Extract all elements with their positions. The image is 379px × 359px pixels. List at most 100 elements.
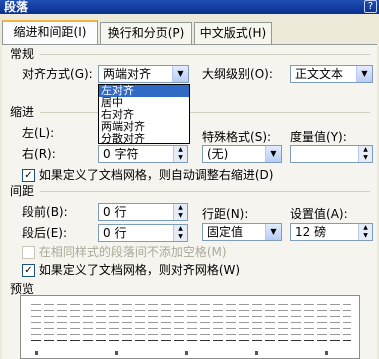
chevron-down-icon[interactable]: ▼	[356, 66, 372, 82]
general-section-title: 常规	[10, 47, 35, 61]
chevron-down-icon[interactable]: ▼	[172, 66, 188, 82]
snap-grid-key: (W)	[218, 263, 241, 277]
no-space-row[interactable]: 在相同样式的段落间不添加空格(M)	[22, 243, 227, 261]
tab-indents-spacing[interactable]: 缩进和间距(I)	[2, 20, 98, 45]
outline-level-select[interactable]: 正文文本 ▼	[290, 65, 373, 83]
outline-level-value: 正文文本	[295, 67, 344, 81]
up-icon[interactable]: ▲	[174, 146, 187, 154]
right-indent-input[interactable]: 0 字符 ▲ ▼	[98, 145, 188, 163]
auto-adjust-row[interactable]: ✓ 如果定义了文档网格，则自动调整右缩进(D)	[22, 166, 273, 184]
outline-level-label-key: (O):	[250, 67, 273, 81]
chevron-down-icon[interactable]: ▼	[265, 146, 281, 162]
space-before-input[interactable]: 0 行 ▲ ▼	[98, 203, 188, 221]
line-spacing-label-text: 行距	[202, 207, 227, 221]
left-indent-label: 左(L):	[22, 124, 54, 142]
space-after-spinner[interactable]: ▲ ▼	[173, 225, 187, 241]
preview-line	[31, 304, 351, 305]
outline-level-label-text: 大纲级别	[202, 67, 251, 81]
tab-asian-typography-label: 中文版式	[199, 26, 248, 40]
at-value-label: 设置值(A):	[290, 205, 348, 223]
down-icon[interactable]: ▼	[359, 232, 372, 240]
preview-mark	[35, 351, 38, 355]
tab-line-page-breaks[interactable]: 换行和分页(P)	[100, 22, 192, 44]
alignment-value: 两端对齐	[103, 67, 152, 81]
indent-section-title: 缩进	[10, 105, 35, 119]
up-icon[interactable]: ▲	[174, 204, 187, 212]
tab-line-page-breaks-label: 换行和分页	[107, 26, 168, 40]
alignment-label-text: 对齐方式	[22, 67, 71, 81]
space-after-input[interactable]: 0 行 ▲ ▼	[98, 224, 188, 242]
right-indent-value: 0 字符	[103, 147, 139, 161]
right-indent-label-text: 右	[22, 147, 35, 161]
special-format-label: 特殊格式(S):	[202, 128, 271, 146]
auto-adjust-checkbox[interactable]: ✓	[22, 169, 35, 182]
preview-section-title: 预览	[10, 282, 35, 296]
alignment-option-distributed[interactable]: 分散对齐	[99, 133, 189, 145]
preview-mark	[115, 351, 118, 355]
up-icon[interactable]: ▲	[174, 225, 187, 233]
special-format-label-text: 特殊格式	[202, 130, 251, 144]
tab-indents-spacing-label: 缩进和间距	[13, 25, 74, 39]
auto-adjust-label: 如果定义了文档网格，则自动调整右缩进	[38, 168, 255, 182]
up-icon[interactable]: ▲	[359, 146, 372, 154]
down-icon[interactable]: ▼	[359, 154, 372, 162]
space-after-label-text: 段后	[22, 226, 47, 240]
by-value-spinner[interactable]: ▲ ▼	[358, 146, 372, 162]
alignment-select[interactable]: 两端对齐 ▼	[98, 65, 189, 83]
no-space-checkbox[interactable]	[22, 246, 35, 259]
down-icon[interactable]: ▼	[174, 233, 187, 241]
left-indent-label-text: 左	[22, 126, 35, 140]
at-value-spinner[interactable]: ▲ ▼	[358, 224, 372, 240]
preview-line	[31, 334, 351, 335]
at-value-label-text: 设置值	[290, 207, 327, 221]
snap-grid-row[interactable]: ✓ 如果定义了文档网格，则对齐网格(W)	[22, 261, 240, 279]
dialog-title-bar: 段落	[0, 0, 379, 14]
special-format-value: (无)	[207, 147, 229, 161]
no-space-key: (M)	[206, 245, 227, 259]
right-indent-label: 右(R):	[22, 145, 56, 163]
outline-level-label: 大纲级别(O):	[202, 65, 273, 83]
alignment-label-key: (G):	[70, 67, 93, 81]
left-indent-label-key: (L):	[34, 126, 55, 140]
tab-asian-typography[interactable]: 中文版式(H)	[194, 22, 272, 44]
special-format-label-key: (S):	[250, 130, 272, 144]
special-format-select[interactable]: (无) ▼	[202, 145, 282, 163]
at-value-value: 12 磅	[295, 225, 327, 239]
spacing-section-title: 间距	[10, 184, 35, 198]
down-icon[interactable]: ▼	[174, 212, 187, 220]
at-value-label-key: (A):	[326, 207, 348, 221]
no-space-label: 在相同样式的段落间不添加空格	[38, 245, 207, 259]
space-after-label: 段后(E):	[22, 224, 67, 242]
chevron-down-icon[interactable]: ▼	[265, 224, 281, 240]
auto-adjust-key: (D)	[254, 168, 274, 182]
preview-line	[31, 316, 351, 317]
space-before-label: 段前(B):	[22, 203, 68, 221]
space-before-spinner[interactable]: ▲ ▼	[173, 204, 187, 220]
preview-line-current	[31, 340, 351, 341]
alignment-label: 对齐方式(G):	[22, 65, 93, 83]
preview-mark	[255, 351, 258, 355]
help-button[interactable]: ?	[364, 0, 377, 13]
spacing-divider	[40, 191, 370, 192]
snap-grid-checkbox[interactable]: ✓	[22, 264, 35, 277]
tab-line-page-breaks-key: (P)	[167, 26, 185, 40]
by-value-label: 度量值(Y):	[290, 128, 347, 146]
alignment-dropdown-list: 左对齐 居中 右对齐 两端对齐 分散对齐	[98, 84, 190, 145]
down-icon[interactable]: ▼	[174, 154, 187, 162]
right-indent-spinner[interactable]: ▲ ▼	[173, 146, 187, 162]
preview-line	[31, 310, 351, 311]
by-value-label-text: 度量值	[290, 130, 327, 144]
at-value-input[interactable]: 12 磅 ▲ ▼	[290, 223, 373, 241]
space-after-label-key: (E):	[46, 226, 68, 240]
line-spacing-label: 行距(N):	[202, 205, 248, 223]
line-spacing-select[interactable]: 固定值 ▼	[202, 223, 282, 241]
space-before-label-text: 段前	[22, 205, 47, 219]
up-icon[interactable]: ▲	[359, 224, 372, 232]
preview-box	[20, 295, 360, 359]
by-value-input[interactable]: ▲ ▼	[290, 145, 373, 163]
general-divider	[40, 54, 370, 55]
space-before-value: 0 行	[103, 205, 127, 219]
line-spacing-value: 固定值	[207, 225, 244, 239]
space-before-label-key: (B):	[46, 205, 68, 219]
checkmark-icon: ✓	[24, 170, 33, 181]
